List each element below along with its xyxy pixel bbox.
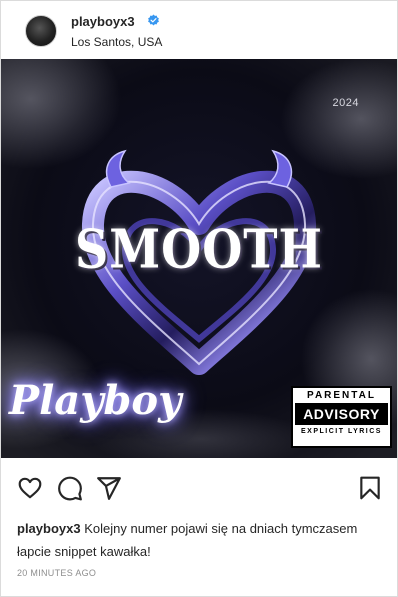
caption-username[interactable]: playboyx3 [17,521,81,536]
post-timestamp[interactable]: 20 MINUTES AGO [17,568,96,578]
heart-icon[interactable] [17,475,43,501]
bookmark-icon[interactable] [357,475,383,501]
avatar[interactable] [25,15,57,47]
post-image[interactable]: 2024 SMOOTH Playboy PARENTAL ADVISORY EX… [1,59,397,458]
comment-bubble-icon[interactable] [57,475,83,501]
artist-name: Playboy [9,377,182,424]
location-label[interactable]: Los Santos, USA [71,35,162,49]
release-year: 2024 [332,97,359,109]
instagram-post: playboyx3 Los Santos, USA 2024 SMOOTH Pl… [0,0,398,597]
album-title: SMOOTH [75,217,323,281]
advisory-top-text: PARENTAL [307,390,376,401]
parental-advisory-label: PARENTAL ADVISORY EXPLICIT LYRICS [291,386,392,448]
advisory-middle-text: ADVISORY [295,403,388,425]
post-header: playboyx3 Los Santos, USA [1,1,397,59]
verified-badge-icon [148,14,159,26]
advisory-bottom-text: EXPLICIT LYRICS [301,428,382,435]
action-bar [1,459,397,515]
username[interactable]: playboyx3 [71,14,135,29]
post-caption: playboyx3 Kolejny numer pojawi się na dn… [17,517,383,563]
paper-plane-icon[interactable] [96,475,122,501]
